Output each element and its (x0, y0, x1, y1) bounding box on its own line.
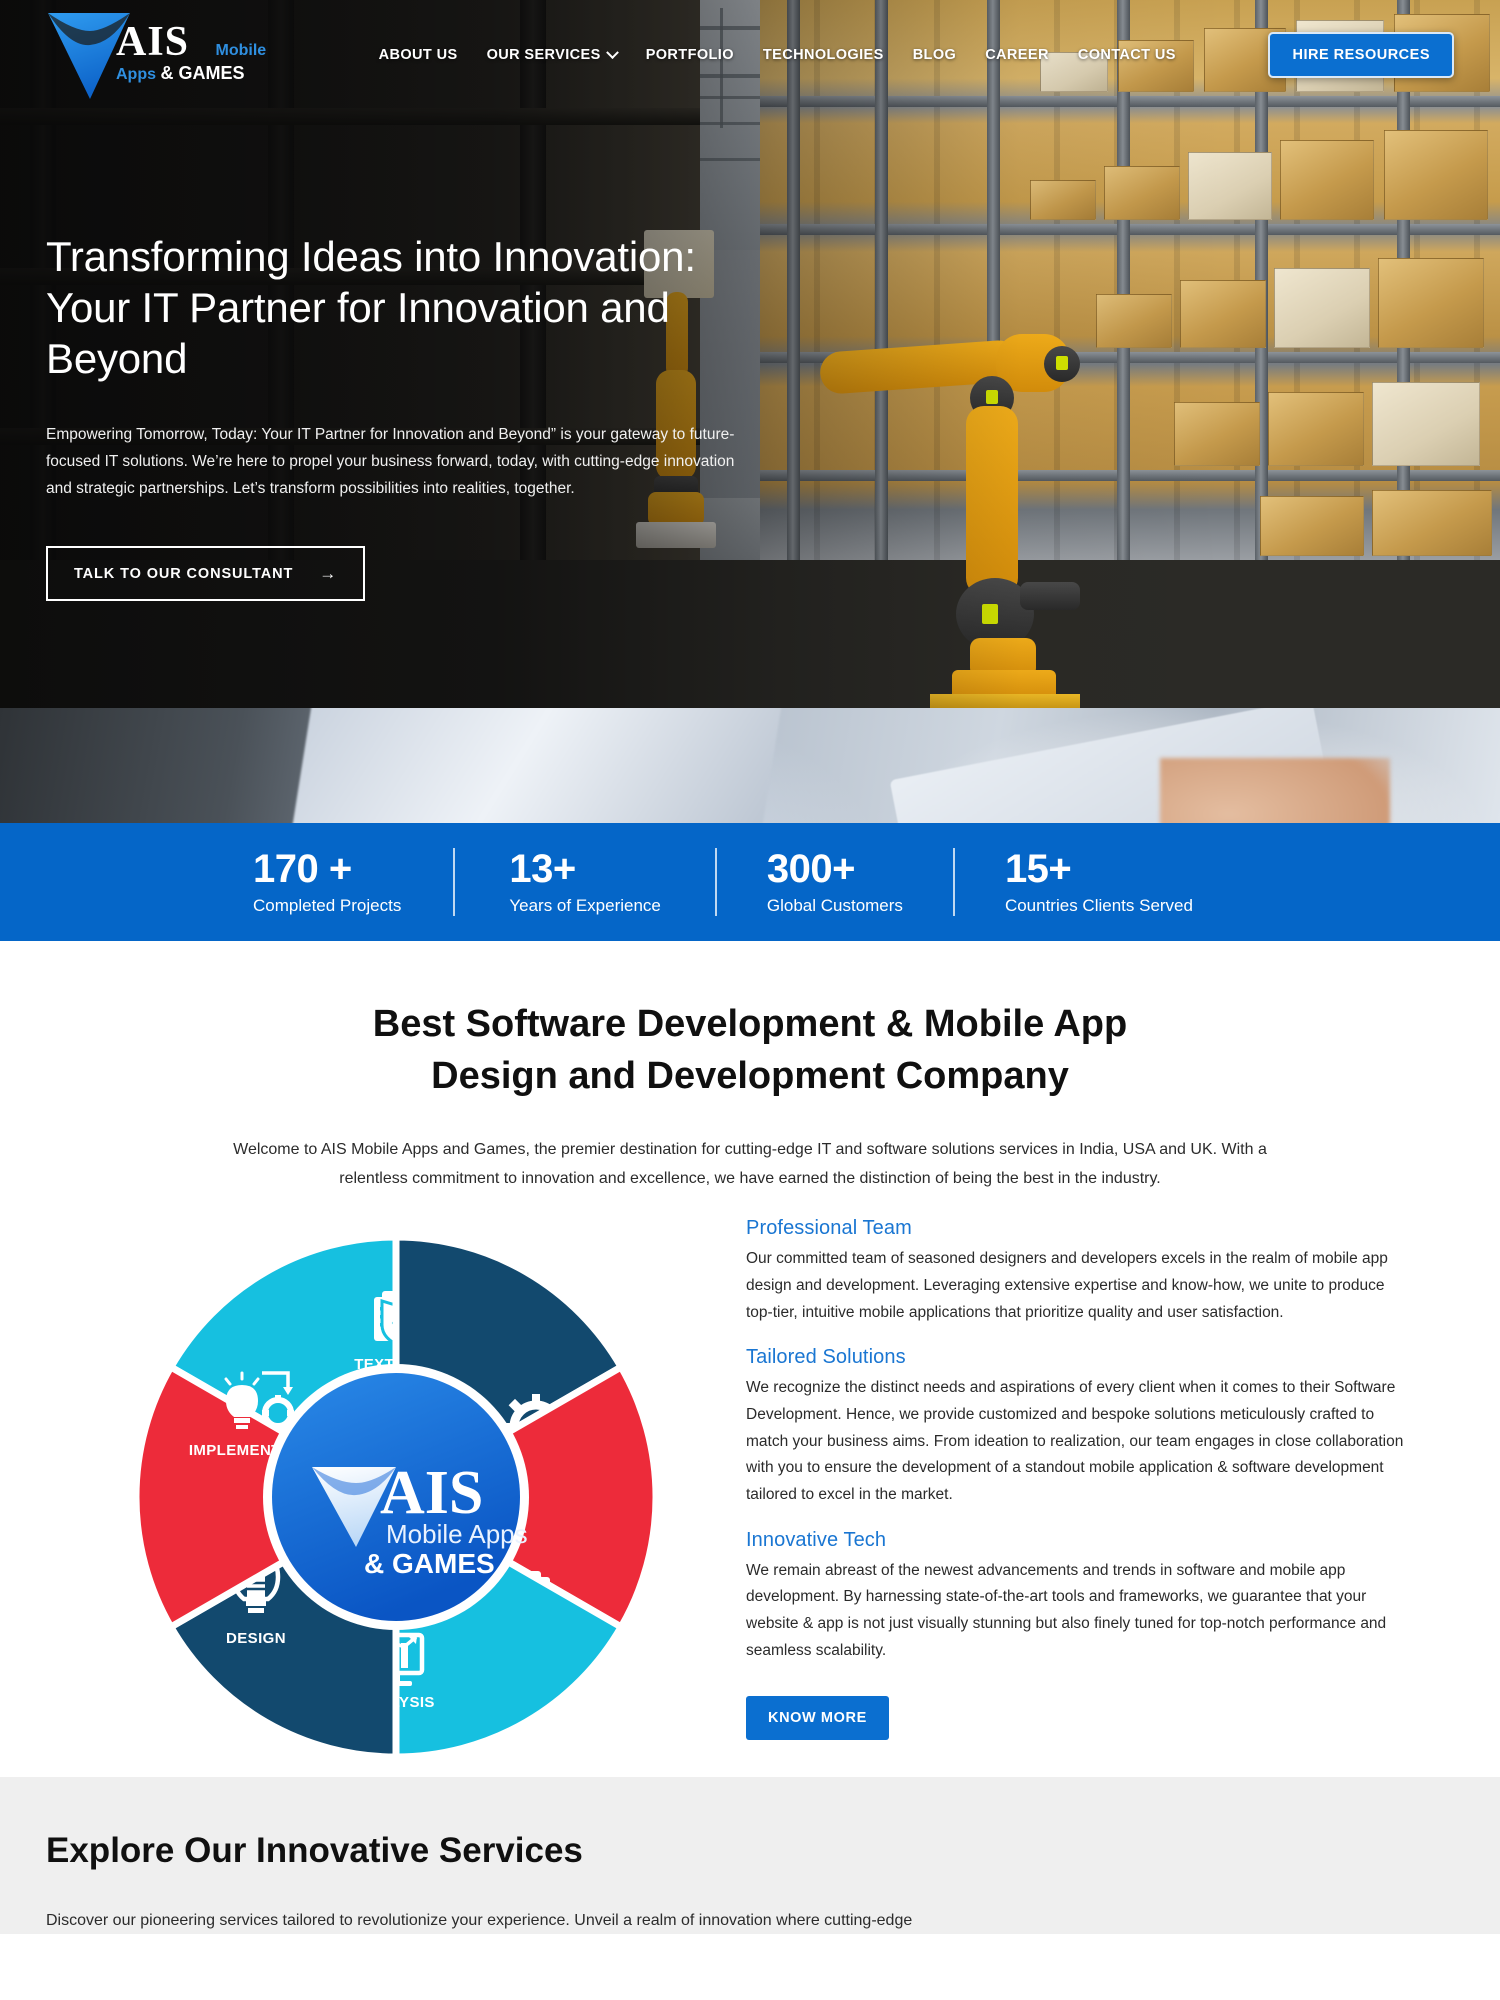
nav-label: OUR SERVICES (486, 47, 601, 63)
hero-section: AIS Mobile Apps & GAMES ABOUT US OUR SER… (0, 0, 1500, 708)
stat-item: 300+ Global Customers (714, 847, 953, 916)
process-infographic: TEXTING & INTEGRATION (116, 1217, 676, 1777)
about-heading: Best Software Development & Mobile App D… (320, 999, 1180, 1102)
services-heading: Explore Our Innovative Services (46, 1831, 583, 1871)
stat-number: 13+ (509, 847, 576, 891)
segment-label: DESIGN (226, 1630, 286, 1647)
main-navigation: AIS Mobile Apps & GAMES ABOUT US OUR SER… (0, 0, 1500, 110)
hire-resources-button[interactable]: HIRE RESOURCES (1268, 32, 1454, 78)
about-section: Best Software Development & Mobile App D… (0, 941, 1500, 1778)
band-sleeve-shape (284, 708, 786, 823)
about-right-column: Professional Team Our committed team of … (746, 1207, 1414, 1777)
stat-item: 170 + Completed Projects (253, 848, 453, 916)
about-block-body: We recognize the distinct needs and aspi… (746, 1379, 1404, 1503)
stat-item: 15+ Countries Clients Served (952, 847, 1243, 916)
nav-label: TECHNOLOGIES (762, 47, 884, 63)
services-paragraph: Discover our pioneering services tailore… (46, 1912, 913, 1930)
core-sub-1: Mobile Apps (386, 1519, 528, 1549)
band-hand-shape (1160, 758, 1390, 823)
about-heading-line-2: Design and Development Company (431, 1054, 1069, 1097)
about-block-professional-team: Professional Team Our committed team of … (746, 1217, 1414, 1326)
nav-item-contact-us[interactable]: CONTACT US (1078, 47, 1176, 63)
chevron-down-icon (605, 45, 619, 59)
stats-bar: 170 + Completed Projects 13+ Years of Ex… (0, 823, 1500, 941)
nav-item-our-services[interactable]: OUR SERVICES (486, 45, 619, 63)
nav-label: BLOG (912, 47, 957, 63)
arrow-right-icon: → (319, 564, 338, 584)
about-block-body: Our committed team of seasoned designers… (746, 1250, 1388, 1321)
talk-to-consultant-button[interactable]: TALK TO OUR CONSULTANT → (46, 546, 366, 602)
logo-tagline-2: & GAMES (160, 62, 245, 83)
hero-title: Transforming Ideas into Innovation: Your… (46, 233, 696, 382)
stat-label: Global Customers (766, 896, 903, 915)
about-block-innovative-tech: Innovative Tech We remain abreast of the… (746, 1529, 1414, 1665)
hero-content: Transforming Ideas into Innovation: Your… (46, 232, 746, 602)
about-block-title: Tailored Solutions (746, 1346, 906, 1369)
services-section: Explore Our Innovative Services Discover… (0, 1777, 1500, 1935)
about-heading-line-1: Best Software Development & Mobile App (372, 1003, 1128, 1045)
stat-label: Countries Clients Served (1004, 896, 1193, 915)
core-name: AIS (380, 1459, 483, 1527)
nav-item-portfolio[interactable]: PORTFOLIO (646, 47, 734, 63)
about-intro-paragraph: Welcome to AIS Mobile Apps and Games, th… (233, 1141, 1267, 1187)
about-columns: TEXTING & INTEGRATION (40, 1207, 1460, 1777)
about-left-column: TEXTING & INTEGRATION (86, 1207, 706, 1777)
site-logo[interactable]: AIS Mobile Apps & GAMES (46, 7, 276, 103)
stat-number: 300+ (766, 847, 856, 891)
about-block-title: Professional Team (746, 1217, 912, 1240)
process-wheel-svg: TEXTING & INTEGRATION (132, 1233, 660, 1761)
stat-item: 13+ Years of Experience (453, 848, 715, 916)
about-block-title: Innovative Tech (746, 1528, 887, 1551)
stat-label: Completed Projects (253, 896, 402, 915)
tablet-photo-band (0, 708, 1500, 823)
nav-label: CONTACT US (1077, 47, 1176, 63)
nav-menu: ABOUT US OUR SERVICES PORTFOLIO TECHNOLO… (286, 45, 1268, 63)
stat-label: Years of Experience (509, 896, 661, 915)
nav-item-career[interactable]: CAREER (985, 47, 1049, 63)
core-sub-2: & GAMES (364, 1548, 495, 1579)
nav-label: ABOUT US (378, 47, 458, 63)
nav-label: PORTFOLIO (645, 47, 734, 63)
talk-to-consultant-label: TALK TO OUR CONSULTANT (74, 565, 294, 582)
about-block-tailored-solutions: Tailored Solutions We recognize the dist… (746, 1346, 1414, 1508)
logo-name: AIS (116, 19, 190, 65)
know-more-button[interactable]: KNOW MORE (746, 1696, 889, 1741)
nav-item-about-us[interactable]: ABOUT US (379, 47, 458, 63)
about-block-body: We remain abreast of the newest advancem… (746, 1561, 1387, 1659)
nav-item-technologies[interactable]: TECHNOLOGIES (763, 47, 884, 63)
stat-number: 15+ (1004, 847, 1072, 891)
nav-item-blog[interactable]: BLOG (913, 47, 957, 63)
hero-paragraph: Empowering Tomorrow, Today: Your IT Part… (46, 426, 735, 497)
stat-number: 170 + (253, 847, 352, 891)
nav-label: CAREER (985, 47, 1049, 63)
